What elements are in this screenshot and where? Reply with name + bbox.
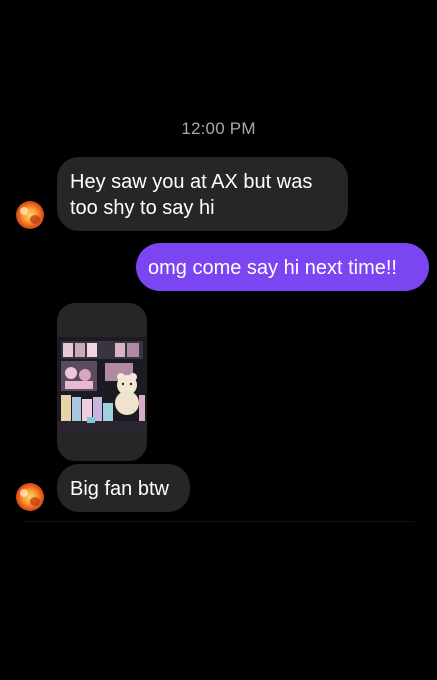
outgoing-message-bubble[interactable]: omg come say hi next time!!: [136, 243, 429, 291]
photo-thumbnail-graphic: [57, 337, 147, 431]
thread-divider: [24, 521, 414, 522]
sender-avatar[interactable]: [16, 201, 44, 229]
incoming-photo-message[interactable]: [57, 303, 147, 461]
sender-avatar[interactable]: [16, 483, 44, 511]
incoming-message-bubble[interactable]: Big fan btw: [57, 464, 190, 512]
incoming-message-bubble[interactable]: Hey saw you at AX but was too shy to say…: [57, 157, 348, 231]
shared-photo[interactable]: [57, 337, 147, 431]
message-timestamp: 12:00 PM: [181, 119, 256, 138]
